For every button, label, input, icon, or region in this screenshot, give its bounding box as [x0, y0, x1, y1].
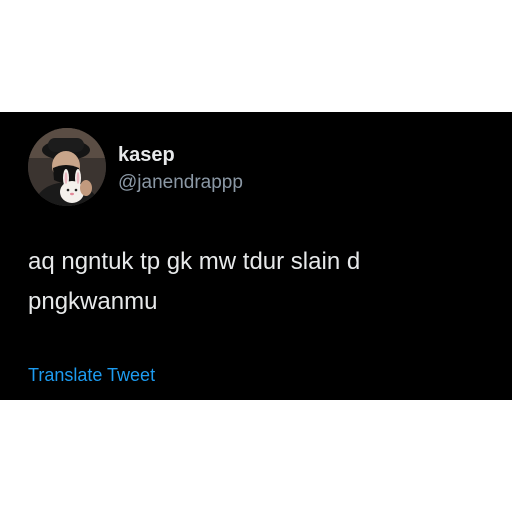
tweet-card: kasep @janendrappp aq ngntuk tp gk mw td…: [0, 112, 512, 400]
avatar[interactable]: [28, 128, 106, 206]
profile-photo-icon: [28, 128, 106, 206]
translate-tweet-link[interactable]: Translate Tweet: [28, 364, 155, 386]
user-handle[interactable]: @janendrappp: [118, 171, 243, 195]
display-name[interactable]: kasep: [118, 143, 175, 167]
tweet-text-line: aq ngntuk tp gk mw tdur slain d: [28, 248, 361, 275]
tweet-text: aq ngntuk tp gk mw tdur slain d pngkwanm…: [28, 242, 488, 322]
tweet-text-line: pngkwanmu: [28, 288, 158, 315]
